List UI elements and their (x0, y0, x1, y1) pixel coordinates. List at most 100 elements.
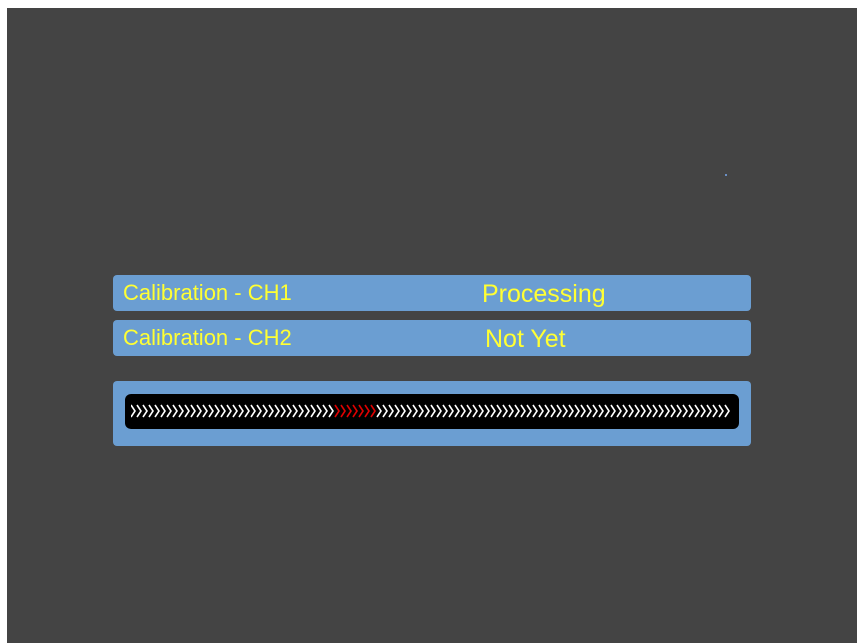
calibration-label-ch1: Calibration - CH1 (123, 280, 292, 305)
chevron-icon (250, 404, 256, 418)
chevron-icon (454, 404, 460, 418)
chevron-icon (664, 404, 670, 418)
chevron-icon (640, 404, 646, 418)
chevron-icon (406, 404, 412, 418)
calibration-status-ch2: Not Yet (485, 325, 566, 353)
chevron-icon (322, 404, 328, 418)
chevron-icon (544, 404, 550, 418)
chevron-icon (706, 404, 712, 418)
chevron-icon (580, 404, 586, 418)
chevron-icon (592, 404, 598, 418)
chevron-icon (484, 404, 490, 418)
chevron-icon (436, 404, 442, 418)
chevron-icon (202, 404, 208, 418)
chevron-icon (430, 404, 436, 418)
chevron-icon (682, 404, 688, 418)
chevron-active-icon (352, 404, 358, 418)
chevron-icon (652, 404, 658, 418)
chevron-icon (550, 404, 556, 418)
chevron-icon (131, 404, 136, 418)
chevron-icon (574, 404, 580, 418)
chevron-icon (478, 404, 484, 418)
chevron-icon (310, 404, 316, 418)
chevron-icon (208, 404, 214, 418)
chevron-icon (646, 404, 652, 418)
chevron-icon (196, 404, 202, 418)
chevron-icon (400, 404, 406, 418)
chevron-icon (226, 404, 232, 418)
chevron-icon (562, 404, 568, 418)
calibration-status-ch1: Processing (482, 280, 606, 308)
chevron-icon (508, 404, 514, 418)
chevron-icon (604, 404, 610, 418)
chevron-icon (658, 404, 664, 418)
chevron-icon (388, 404, 394, 418)
chevron-icon (628, 404, 634, 418)
chevron-icon (298, 404, 304, 418)
chevron-icon (724, 404, 730, 418)
chevron-icon (418, 404, 424, 418)
chevron-icon (502, 404, 508, 418)
chevron-icon (718, 404, 724, 418)
calibration-row-ch2: Calibration - CH2 Not Yet (113, 320, 751, 356)
chevron-icon (520, 404, 526, 418)
chevron-icon (280, 404, 286, 418)
chevron-icon (532, 404, 538, 418)
chevron-icon (616, 404, 622, 418)
calibration-row-ch1: Calibration - CH1 Processing (113, 275, 751, 311)
chevron-active-icon (334, 404, 340, 418)
chevron-icon (700, 404, 706, 418)
chevron-icon (688, 404, 694, 418)
chevron-icon (514, 404, 520, 418)
chevron-icon (154, 404, 160, 418)
chevron-icon (184, 404, 190, 418)
calibration-label-ch2: Calibration - CH2 (123, 325, 292, 350)
chevron-icon (598, 404, 604, 418)
chevron-active-icon (346, 404, 352, 418)
status-dot (725, 174, 727, 176)
chevron-icon (538, 404, 544, 418)
chevron-icon (286, 404, 292, 418)
chevron-icon (172, 404, 178, 418)
chevron-icon (268, 404, 274, 418)
chevron-icon (304, 404, 310, 418)
chevron-icon (586, 404, 592, 418)
chevron-icon (394, 404, 400, 418)
chevron-icon (676, 404, 682, 418)
chevron-icon (262, 404, 268, 418)
chevron-icon (466, 404, 472, 418)
chevron-icon (178, 404, 184, 418)
chevron-icon (256, 404, 262, 418)
chevron-icon (448, 404, 454, 418)
chevron-icon (556, 404, 562, 418)
chevron-icon (328, 404, 334, 418)
chevron-icon (424, 404, 430, 418)
chevron-icon (622, 404, 628, 418)
chevron-icon (382, 404, 388, 418)
chevron-icon (238, 404, 244, 418)
chevron-icon (220, 404, 226, 418)
chevron-icon (274, 404, 280, 418)
chevron-active-icon (358, 404, 364, 418)
progress-panel (113, 381, 751, 446)
chevron-icon (160, 404, 166, 418)
chevron-icon (526, 404, 532, 418)
chevron-icon (232, 404, 238, 418)
chevron-icon (190, 404, 196, 418)
chevron-icon (670, 404, 676, 418)
chevron-icon (214, 404, 220, 418)
chevron-icon (442, 404, 448, 418)
chevron-active-icon (370, 404, 376, 418)
chevron-icon (166, 404, 172, 418)
progress-track (125, 394, 739, 429)
chevron-icon (316, 404, 322, 418)
chevron-icon (244, 404, 250, 418)
chevron-icon (490, 404, 496, 418)
chevron-icon (292, 404, 298, 418)
chevron-icon (148, 404, 154, 418)
chevron-active-icon (364, 404, 370, 418)
chevron-icon (694, 404, 700, 418)
calibration-screen: Calibration - CH1 Processing Calibration… (7, 8, 857, 643)
chevron-icon (472, 404, 478, 418)
chevron-icon (142, 404, 148, 418)
